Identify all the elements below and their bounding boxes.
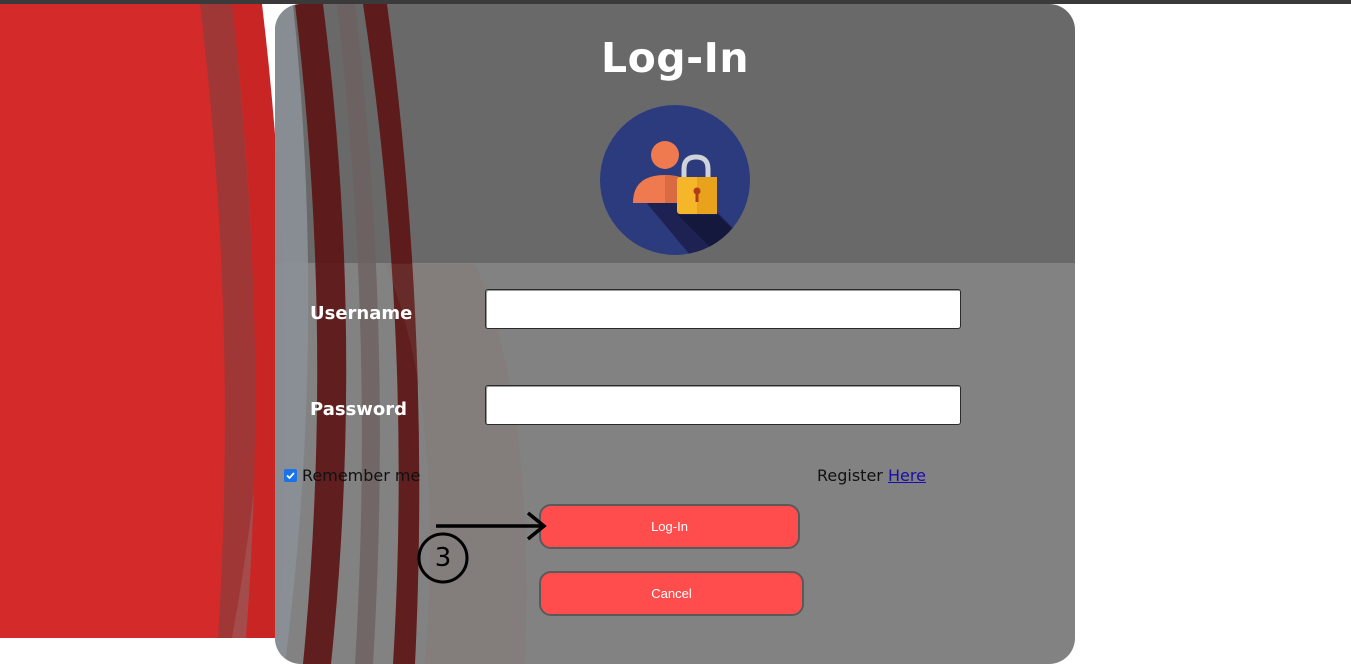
password-input[interactable] [485,385,961,425]
remember-me-row: Remember me [284,466,420,485]
username-input[interactable] [485,289,961,329]
login-button[interactable]: Log-In [539,504,800,549]
page-title: Log-In [600,34,750,82]
cancel-button[interactable]: Cancel [539,571,804,616]
user-lock-icon [600,105,750,255]
remember-me-label: Remember me [302,466,421,485]
login-card: Log-In Username Password Remember me Reg… [275,4,1075,664]
register-text: Register [817,466,883,485]
password-label: Password [310,399,408,420]
register-row: Register Here [817,466,926,485]
register-here-link[interactable]: Here [888,466,926,485]
remember-me-checkbox[interactable] [284,469,297,482]
username-label: Username [310,303,413,324]
annotation-number: 3 [434,543,452,573]
checkmark-icon [286,472,295,480]
